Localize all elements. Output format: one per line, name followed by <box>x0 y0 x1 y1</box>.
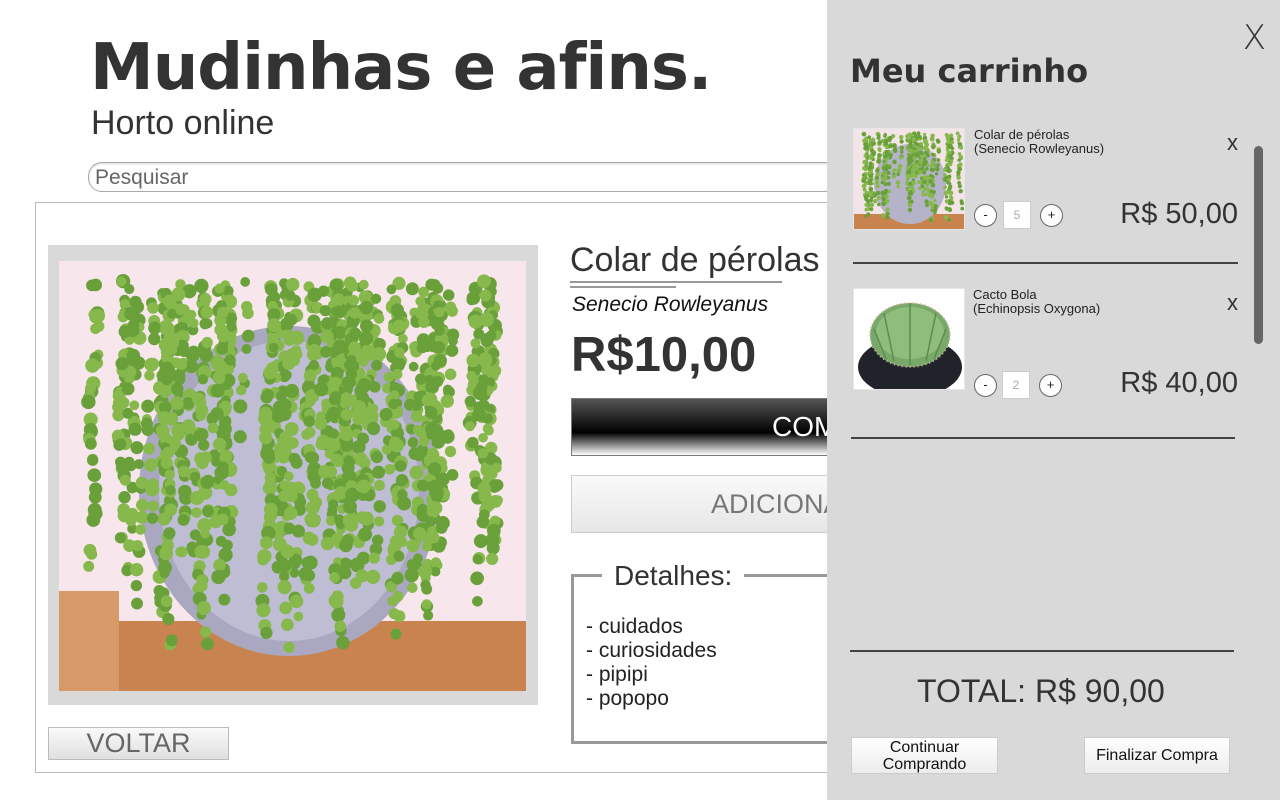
brand-subtitle: Horto online <box>91 104 275 142</box>
increase-quantity-button[interactable]: + <box>1040 204 1063 227</box>
decrease-quantity-button[interactable]: - <box>974 374 997 397</box>
search-input[interactable]: Pesquisar <box>88 162 848 192</box>
continue-shopping-button[interactable]: Continuar Comprando <box>851 737 998 774</box>
cart-total: TOTAL: R$ 90,00 <box>917 673 1165 709</box>
details-item: - pipipi <box>586 663 648 686</box>
details-box: Detalhes: - cuidados - curiosidades - pi… <box>571 560 861 744</box>
product-image <box>59 261 526 691</box>
cart-item: Cacto Bola (Echinopsis Oxygona) x - 2 + … <box>853 288 1238 428</box>
cart-title: Meu carrinho <box>850 52 1089 90</box>
buy-button[interactable]: COMPRAR <box>571 398 861 456</box>
cart-divider <box>851 437 1235 439</box>
cart-item: Colar de pérolas (Senecio Rowleyanus) x … <box>853 128 1238 268</box>
product-card: VOLTAR Colar de pérolas Senecio Rowleyan… <box>35 202 861 773</box>
details-item: - cuidados <box>586 615 683 638</box>
title-underline-short <box>570 286 676 288</box>
cart-item-price: R$ 40,00 <box>1120 367 1238 399</box>
quantity-input[interactable]: 5 <box>1003 201 1031 229</box>
cart-panel: X Meu carrinho Colar de pérolas (Senecio… <box>827 0 1280 800</box>
details-item: - popopo <box>586 687 669 710</box>
back-button[interactable]: VOLTAR <box>48 727 229 760</box>
total-divider <box>850 650 1234 652</box>
product-image-frame <box>48 245 538 705</box>
brand-title: Mudinhas e afins. <box>90 31 712 105</box>
details-list: - cuidados - curiosidades - pipipi - pop… <box>586 615 717 711</box>
add-to-cart-button[interactable]: ADICIONAR <box>571 475 861 533</box>
cart-divider <box>853 262 1238 264</box>
cart-scrollbar[interactable] <box>1254 146 1263 344</box>
product-name: Colar de pérolas <box>570 241 820 279</box>
cart-item-name: Cacto Bola (Echinopsis Oxygona) <box>973 287 1101 316</box>
remove-item-button[interactable]: x <box>1227 130 1238 156</box>
title-underline <box>570 281 782 283</box>
details-title: Detalhes: <box>602 560 745 592</box>
details-item: - curiosidades <box>586 639 717 662</box>
quantity-input[interactable]: 2 <box>1002 371 1030 399</box>
remove-item-button[interactable]: x <box>1227 290 1238 316</box>
cart-item-image <box>853 128 965 230</box>
product-scientific-name: Senecio Rowleyanus <box>572 293 769 316</box>
decrease-quantity-button[interactable]: - <box>974 204 997 227</box>
close-cart-button[interactable]: X <box>1243 18 1266 58</box>
cart-item-name: Colar de pérolas (Senecio Rowleyanus) <box>974 127 1105 156</box>
cart-item-price: R$ 50,00 <box>1120 198 1238 230</box>
product-price: R$10,00 <box>571 328 757 382</box>
cart-item-image <box>853 288 965 390</box>
increase-quantity-button[interactable]: + <box>1039 374 1062 397</box>
checkout-button[interactable]: Finalizar Compra <box>1084 737 1230 774</box>
